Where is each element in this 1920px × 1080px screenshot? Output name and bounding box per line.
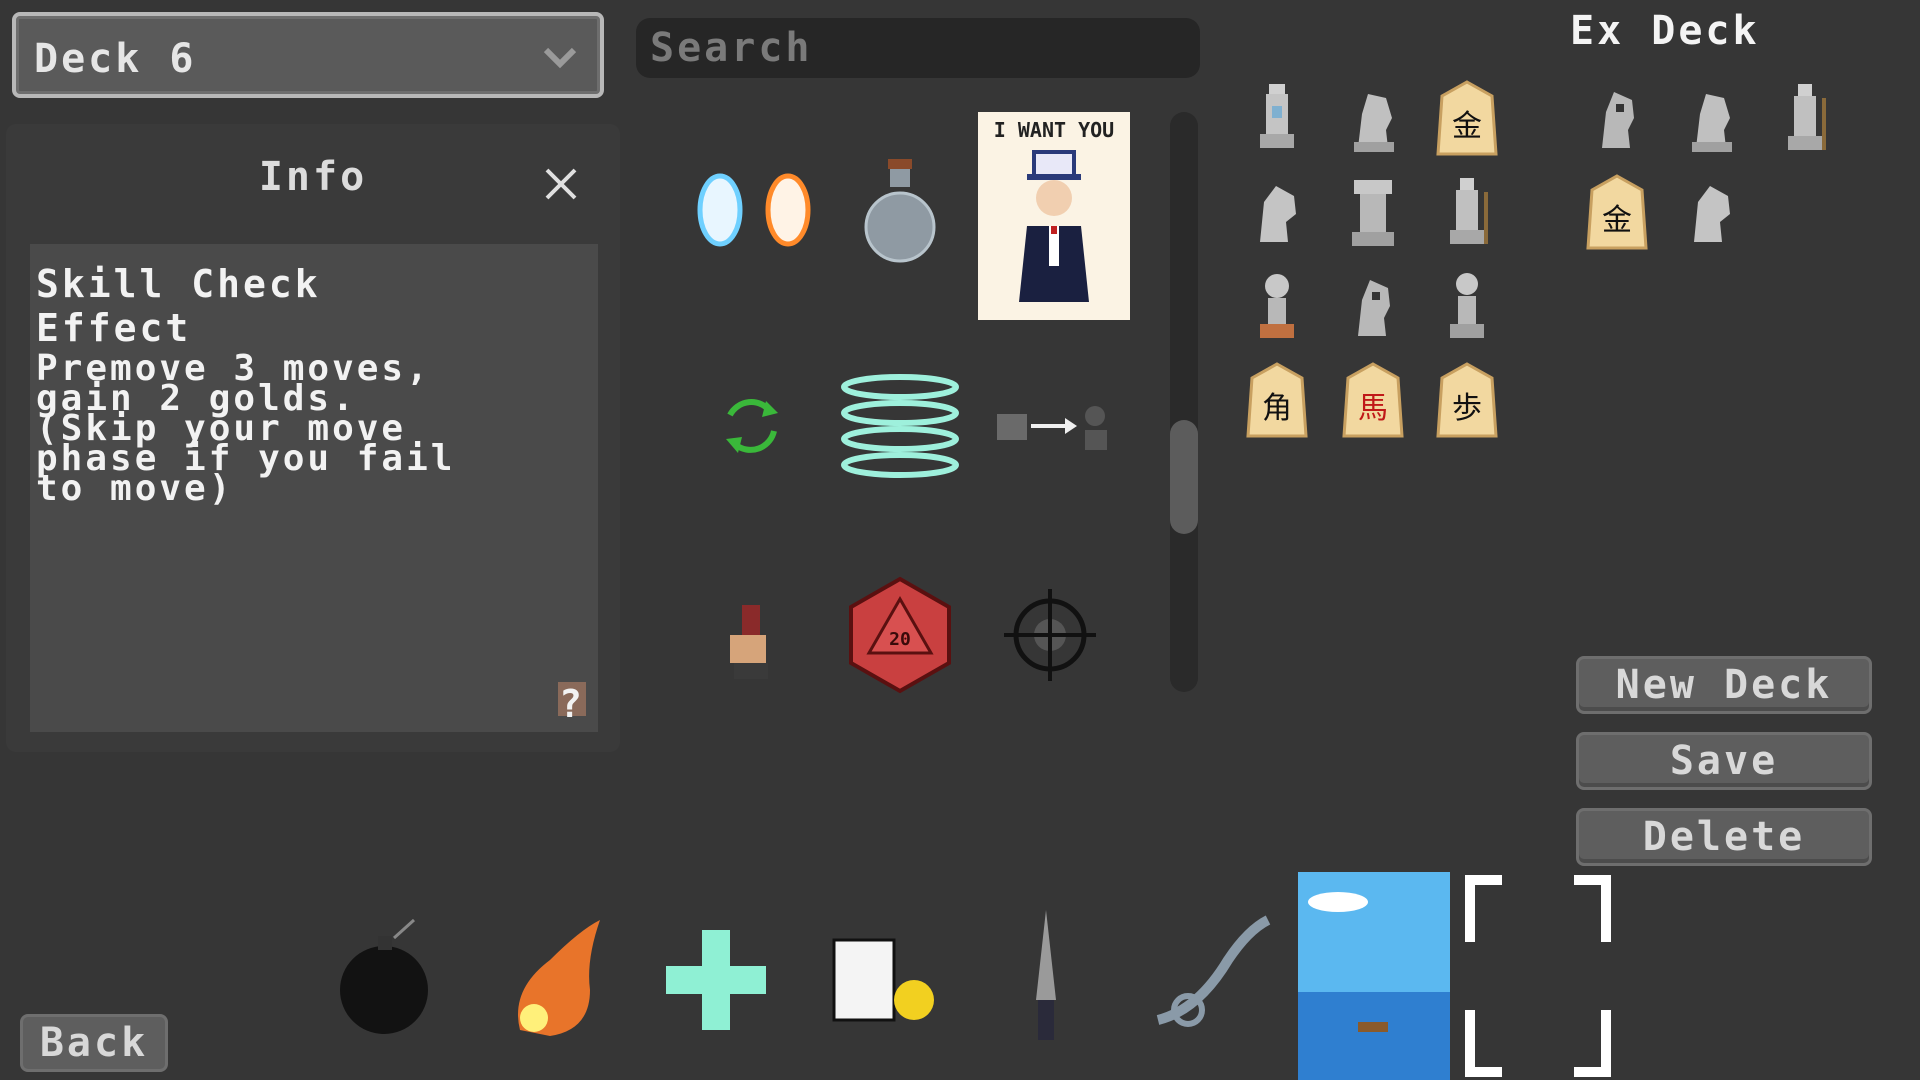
- sea-scene-icon[interactable]: [1298, 872, 1450, 1080]
- grim-knight-icon[interactable]: [1338, 266, 1408, 346]
- search-input[interactable]: [636, 18, 1200, 78]
- piece-swap-icon: [997, 406, 1107, 450]
- shogi-bishop-icon[interactable]: 角: [1242, 360, 1312, 440]
- recycle-icon: [726, 399, 778, 453]
- wind-gust-icon[interactable]: [1138, 900, 1278, 1060]
- uncle-sam-poster-icon: [1019, 150, 1089, 302]
- portal-card[interactable]: [680, 130, 820, 290]
- effect-description: Premove 3 moves, gain 2 golds. (Skip you…: [36, 348, 456, 509]
- recycle-card[interactable]: [680, 345, 820, 505]
- shogi-gold-icon[interactable]: 金: [1432, 78, 1502, 158]
- shogi-pawn-icon[interactable]: 歩: [1432, 360, 1502, 440]
- poster-text: I WANT YOU: [993, 118, 1115, 142]
- back-button[interactable]: Back: [20, 1014, 168, 1072]
- crosshair-card[interactable]: [980, 555, 1120, 715]
- deck-dropdown-value: Deck 6: [34, 36, 197, 82]
- hand-piece-icon: [730, 605, 768, 679]
- whirlwind-icon: [841, 374, 959, 478]
- rook-icon[interactable]: [1338, 172, 1408, 252]
- knight-icon[interactable]: [1676, 78, 1746, 158]
- horse-head-icon[interactable]: [1676, 172, 1746, 252]
- scrollbar-thumb[interactable]: [1170, 420, 1198, 534]
- scrollbar-track[interactable]: [1170, 112, 1198, 692]
- bishop-icon[interactable]: [1242, 78, 1312, 158]
- empty-slot-icon[interactable]: [1462, 872, 1614, 1080]
- horse-head-icon[interactable]: [1242, 172, 1312, 252]
- save-button[interactable]: Save: [1576, 732, 1872, 790]
- svg-text:角: 角: [1262, 391, 1292, 426]
- potion-icon: [864, 159, 936, 263]
- info-panel: Info Skill Check Effect Premove 3 moves,…: [6, 124, 620, 752]
- info-body: Skill Check Effect Premove 3 moves, gain…: [30, 244, 598, 732]
- swap-card[interactable]: [980, 345, 1120, 505]
- close-icon[interactable]: [541, 164, 581, 204]
- dice-card[interactable]: 20: [830, 555, 970, 715]
- svg-text:歩: 歩: [1452, 391, 1482, 426]
- effect-heading: Effect: [36, 306, 192, 350]
- d20-dice-icon: 20: [849, 576, 951, 694]
- staff-bishop-icon[interactable]: [1432, 172, 1502, 252]
- dagger-icon[interactable]: [976, 900, 1116, 1060]
- ex-deck-title: Ex Deck: [1570, 8, 1760, 54]
- staff-bishop-icon[interactable]: [1770, 78, 1840, 158]
- hand-card[interactable]: [680, 555, 820, 715]
- bomb-icon[interactable]: [324, 900, 464, 1060]
- heal-cross-icon[interactable]: [646, 900, 786, 1060]
- svg-text:金: 金: [1602, 203, 1632, 238]
- knight-icon[interactable]: [1338, 78, 1408, 158]
- chevron-down-icon: [543, 47, 577, 69]
- info-title: Info: [258, 154, 368, 200]
- crosshair-icon: [1004, 589, 1096, 681]
- uncle-sam-card[interactable]: I WANT YOU: [978, 112, 1130, 320]
- pawn-icon[interactable]: [1242, 266, 1312, 346]
- delete-button[interactable]: Delete: [1576, 808, 1872, 866]
- contract-gold-icon[interactable]: [814, 900, 954, 1060]
- svg-text:金: 金: [1452, 109, 1482, 144]
- shogi-gold-icon[interactable]: 金: [1582, 172, 1652, 252]
- svg-text:馬: 馬: [1358, 391, 1388, 426]
- pawn-icon[interactable]: [1432, 266, 1502, 346]
- deck-dropdown[interactable]: Deck 6: [12, 12, 604, 98]
- fireball-icon[interactable]: [490, 900, 630, 1060]
- shogi-horse-icon[interactable]: 馬: [1338, 360, 1408, 440]
- card-name: Skill Check: [36, 262, 321, 306]
- whirlwind-card[interactable]: [830, 345, 970, 505]
- grim-knight-icon[interactable]: [1582, 78, 1652, 158]
- dice-number: 20: [889, 629, 911, 650]
- portal-icon: [697, 173, 811, 247]
- help-icon[interactable]: ?: [558, 682, 586, 726]
- potion-card[interactable]: [830, 130, 970, 290]
- new-deck-button[interactable]: New Deck: [1576, 656, 1872, 714]
